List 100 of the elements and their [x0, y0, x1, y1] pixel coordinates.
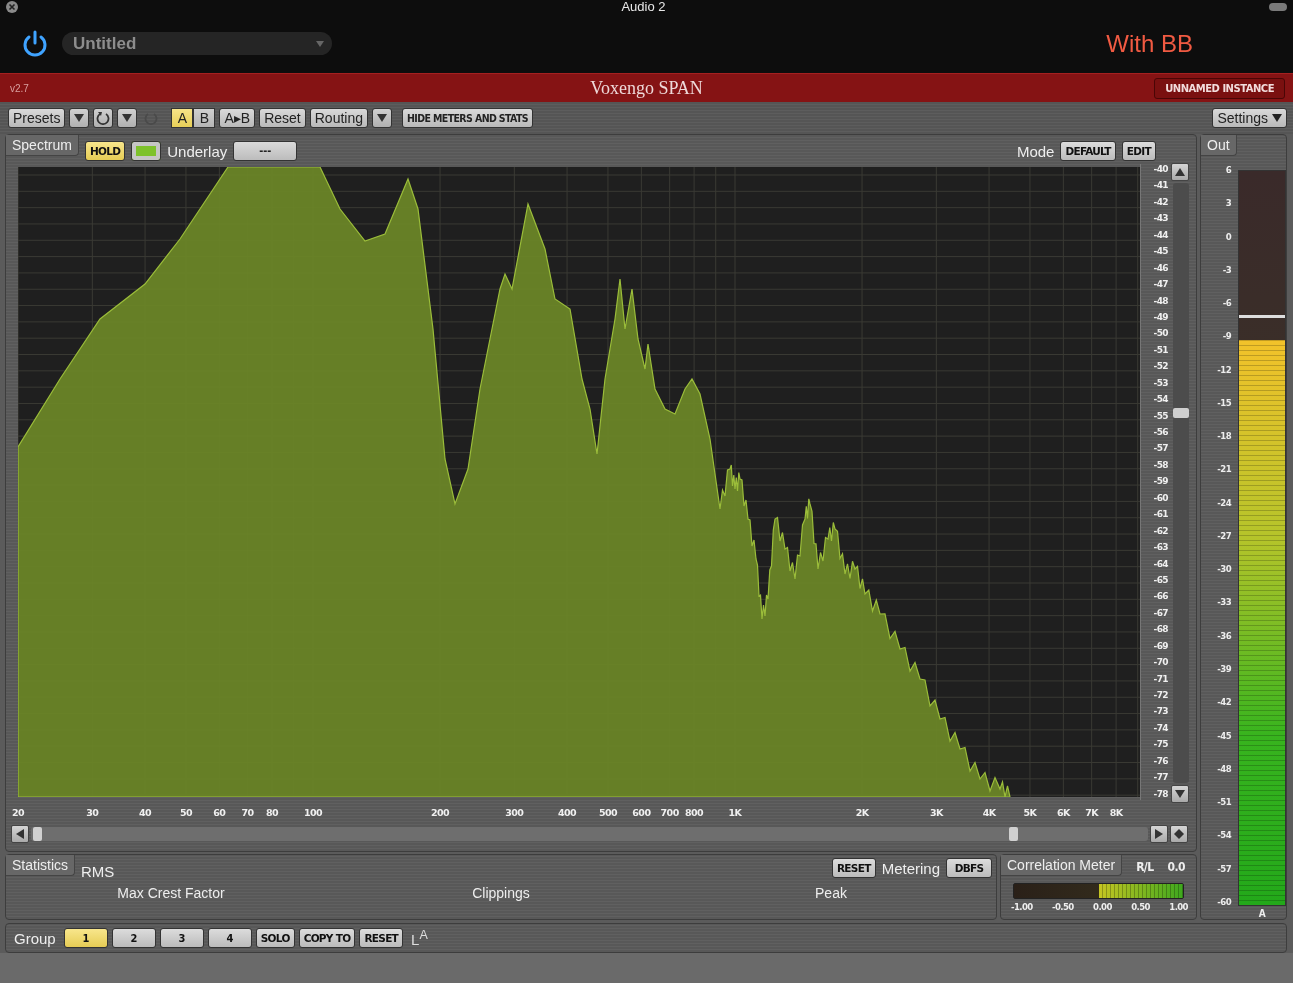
- scroll-left-button[interactable]: [11, 825, 29, 843]
- group-button[interactable]: 1: [63, 928, 108, 948]
- axis-label: 80: [266, 807, 279, 818]
- scale-label: -48: [1217, 762, 1231, 775]
- axis-label: 300: [505, 807, 524, 818]
- close-icon[interactable]: [6, 1, 18, 13]
- scale-label: 6: [1225, 164, 1231, 176]
- axis-label: -76: [1153, 755, 1168, 767]
- scale-label: -33: [1217, 596, 1231, 609]
- axis-label: -77: [1153, 772, 1168, 784]
- scale-label: -21: [1217, 463, 1231, 476]
- axis-label: 8K: [1109, 807, 1123, 818]
- axis-label: 7K: [1085, 807, 1098, 818]
- scale-label: 0.50: [1131, 901, 1150, 912]
- axis-label: -54: [1153, 394, 1168, 406]
- scale-label: 0.00: [1093, 901, 1112, 912]
- axis-label: -47: [1153, 279, 1168, 291]
- axis-label: -66: [1153, 591, 1168, 603]
- group-button[interactable]: 3: [159, 928, 204, 948]
- stat-column-label: Clippings: [471, 885, 531, 901]
- color-swatch-button[interactable]: [131, 141, 162, 161]
- axis-label: -53: [1153, 377, 1168, 389]
- mode-label: Mode: [1016, 142, 1055, 160]
- left-arrow-icon: [15, 829, 25, 839]
- scroll-up-button[interactable]: [1171, 163, 1189, 181]
- group-button[interactable]: 2: [111, 928, 156, 948]
- statistics-tab[interactable]: Statistics: [6, 855, 75, 876]
- axis-label: 200: [431, 807, 450, 818]
- axis-label: -41: [1153, 180, 1168, 192]
- zoom-reset-button[interactable]: [1170, 825, 1188, 843]
- spectrum-tab[interactable]: Spectrum: [6, 135, 79, 156]
- mode-button[interactable]: EDIT: [1121, 141, 1156, 161]
- scale-label: -57: [1217, 862, 1231, 875]
- dropdown-button[interactable]: [117, 108, 138, 128]
- axis-label: -50: [1153, 328, 1168, 340]
- minimize-button[interactable]: [1269, 3, 1287, 11]
- ab-toggle[interactable]: B: [193, 108, 216, 128]
- axis-label: -48: [1153, 295, 1168, 307]
- group-action-button[interactable]: RESET: [359, 928, 404, 948]
- axis-label: -46: [1153, 262, 1168, 274]
- caret-icon: [122, 114, 133, 122]
- scale-label: -3: [1222, 263, 1231, 276]
- channel-label: A: [1258, 908, 1266, 919]
- stats-reset-button[interactable]: RESET: [832, 858, 876, 878]
- stat-column-label: Max Crest Factor: [116, 885, 226, 901]
- axis-label: -51: [1153, 344, 1168, 356]
- channel-pair-label: R/L: [1136, 860, 1154, 874]
- preset-dropdown[interactable]: Untitled: [62, 32, 332, 55]
- scroll-thumb[interactable]: [1173, 408, 1189, 418]
- down-arrow-icon: [1175, 789, 1185, 799]
- ab-toggle[interactable]: A: [171, 108, 194, 128]
- group-button[interactable]: 4: [207, 928, 252, 948]
- dropdown-button[interactable]: [69, 108, 90, 128]
- reset-button[interactable]: Reset: [259, 108, 306, 128]
- axis-label: 50: [179, 807, 192, 818]
- axis-label: 70: [241, 807, 254, 818]
- copy-ab-button[interactable]: A▸B: [219, 108, 256, 128]
- out-tab[interactable]: Out: [1201, 135, 1237, 156]
- presets-button[interactable]: Presets: [8, 108, 66, 128]
- window-title: Audio 2: [621, 0, 666, 14]
- range-handle[interactable]: [33, 827, 42, 841]
- correlation-tab[interactable]: Correlation Meter: [1001, 855, 1123, 876]
- axis-label: -44: [1153, 229, 1168, 241]
- underlay-label: Underlay: [167, 142, 228, 160]
- scale-label: -24: [1217, 496, 1231, 509]
- axis-label: 600: [632, 807, 651, 818]
- axis-label: -57: [1153, 443, 1168, 455]
- axis-label: 1K: [728, 807, 742, 818]
- group-action-button[interactable]: COPY TO: [298, 928, 356, 948]
- mode-button[interactable]: DEFAULT: [1060, 141, 1116, 161]
- metering-button[interactable]: DBFS: [946, 858, 992, 878]
- group-action-button[interactable]: SOLO: [255, 928, 295, 948]
- dropdown-button[interactable]: [372, 108, 392, 128]
- underlay-button[interactable]: ---: [233, 141, 298, 161]
- scroll-right-button[interactable]: [1150, 825, 1168, 843]
- caret-icon: [377, 114, 387, 122]
- scale-label: -27: [1217, 529, 1231, 542]
- axis-label: -78: [1153, 788, 1168, 800]
- settings-button[interactable]: Settings: [1212, 108, 1287, 128]
- axis-label: 4K: [982, 807, 996, 818]
- instance-button[interactable]: UNNAMED INSTANCE: [1154, 77, 1285, 99]
- undo-button[interactable]: [93, 108, 114, 128]
- scale-label: 3: [1225, 197, 1231, 210]
- hide-meters-button[interactable]: HIDE METERS AND STATS: [402, 108, 534, 128]
- scroll-down-button[interactable]: [1171, 785, 1189, 803]
- axis-label: -45: [1153, 246, 1168, 258]
- axis-label: -49: [1153, 311, 1168, 323]
- routing-button[interactable]: Routing: [309, 108, 368, 128]
- range-handle[interactable]: [1009, 827, 1018, 841]
- scale-label: -1.00: [1011, 901, 1033, 912]
- stat-mode-label: RMS: [81, 862, 115, 880]
- axis-label: 5K: [1023, 807, 1037, 818]
- axis-label: -69: [1153, 640, 1168, 652]
- axis-label: 100: [304, 807, 322, 818]
- axis-label: 2K: [855, 807, 869, 818]
- axis-label: -71: [1153, 673, 1168, 685]
- scale-label: -12: [1217, 363, 1231, 376]
- scale-label: -9: [1222, 330, 1231, 343]
- hold-button[interactable]: HOLD: [84, 141, 126, 161]
- group-label: Group: [14, 929, 56, 947]
